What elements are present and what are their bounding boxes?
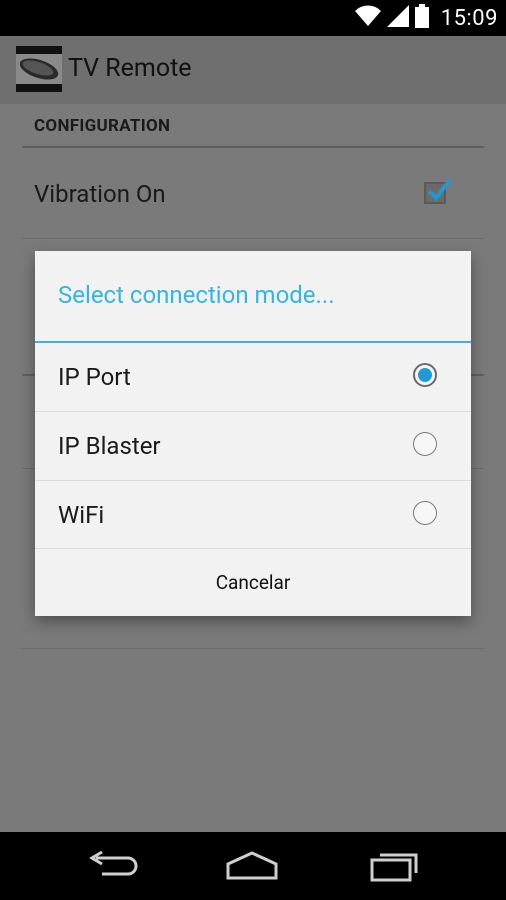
- wifi-icon: [354, 5, 381, 31]
- dialog-title: Select connection mode...: [58, 281, 335, 309]
- option-ip-blaster[interactable]: IP Blaster: [35, 412, 471, 480]
- clock: 15:09: [440, 5, 498, 31]
- option-label: IP Port: [58, 363, 131, 391]
- vibration-checkbox[interactable]: [424, 178, 452, 204]
- cancel-button[interactable]: Cancelar: [35, 549, 471, 616]
- app-bar: TV Remote: [0, 36, 506, 104]
- option-label: IP Blaster: [58, 432, 161, 460]
- navigation-bar: [0, 832, 506, 900]
- app-title: TV Remote: [68, 54, 192, 83]
- radio-button-selected[interactable]: [413, 363, 437, 387]
- connection-mode-dialog: Select connection mode... IP Port IP Bla…: [35, 251, 471, 616]
- signal-icon: [386, 5, 409, 31]
- status-icons: 15:09: [354, 0, 498, 36]
- item-divider: [22, 238, 484, 239]
- section-divider: [22, 146, 484, 148]
- status-bar: 15:09: [0, 0, 506, 36]
- radio-button[interactable]: [413, 501, 437, 525]
- recents-icon[interactable]: [364, 848, 424, 884]
- section-header: CONFIGURATION: [34, 116, 171, 136]
- battery-icon: [414, 4, 429, 32]
- pref-vibration-title[interactable]: Vibration On: [34, 180, 166, 208]
- item-divider-3: [22, 648, 484, 649]
- radio-button[interactable]: [413, 432, 437, 456]
- app-icon[interactable]: [16, 46, 62, 92]
- option-label: WiFi: [58, 501, 105, 529]
- check-icon: [427, 178, 452, 202]
- back-icon[interactable]: [82, 848, 142, 884]
- home-icon[interactable]: [222, 848, 282, 884]
- option-ip-port[interactable]: IP Port: [35, 343, 471, 411]
- option-wifi[interactable]: WiFi: [35, 481, 471, 549]
